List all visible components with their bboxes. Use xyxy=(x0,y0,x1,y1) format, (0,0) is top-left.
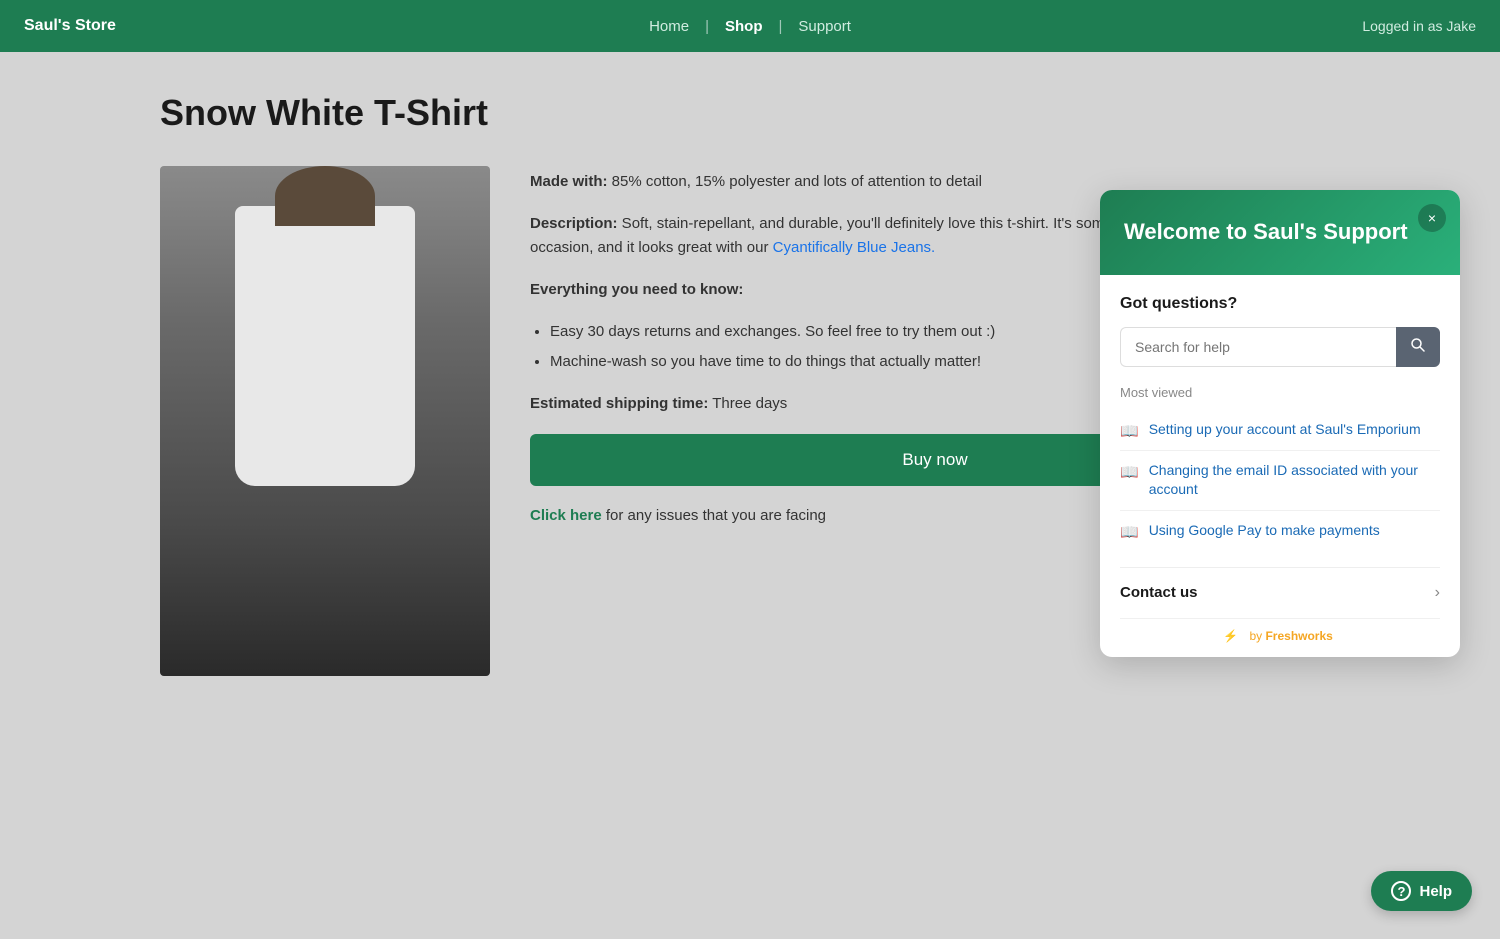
widget-title: Welcome to Saul's Support xyxy=(1124,218,1436,247)
blue-jeans-link[interactable]: Cyantifically Blue Jeans. xyxy=(773,239,936,256)
nav-shop[interactable]: Shop xyxy=(725,18,763,35)
nav-home[interactable]: Home xyxy=(649,18,689,35)
made-with-value: 85% cotton, 15% polyester and lots of at… xyxy=(608,173,982,190)
article-item-3[interactable]: 📖 Using Google Pay to make payments xyxy=(1120,511,1440,551)
widget-close-button[interactable]: × xyxy=(1418,204,1446,232)
got-questions-label: Got questions? xyxy=(1120,295,1440,313)
article-title-1: Setting up your account at Saul's Empori… xyxy=(1149,420,1421,440)
most-viewed-label: Most viewed xyxy=(1120,385,1440,400)
product-title: Snow White T-Shirt xyxy=(160,92,1340,134)
freshworks-label: by Freshworks xyxy=(1249,629,1332,643)
search-icon xyxy=(1411,338,1425,352)
help-fab-label: Help xyxy=(1419,883,1452,900)
navbar-center: Home | Shop | Support xyxy=(649,18,851,35)
article-list: 📖 Setting up your account at Saul's Empo… xyxy=(1120,410,1440,551)
help-circle-icon: ? xyxy=(1391,881,1411,901)
shipping-value: Three days xyxy=(708,395,787,412)
navbar-brand: Saul's Store xyxy=(24,17,116,35)
nav-support[interactable]: Support xyxy=(798,18,851,35)
navbar: Saul's Store Home | Shop | Support Logge… xyxy=(0,0,1500,52)
search-input[interactable] xyxy=(1120,327,1396,367)
lightning-icon: ⚡ xyxy=(1223,629,1238,643)
product-photo xyxy=(160,166,490,676)
article-icon-1: 📖 xyxy=(1120,422,1139,440)
contact-us-label: Contact us xyxy=(1120,584,1198,601)
made-with-label: Made with: xyxy=(530,173,608,190)
everything-label-text: Everything you need to know: xyxy=(530,281,743,298)
article-icon-2: 📖 xyxy=(1120,463,1139,481)
shipping-label: Estimated shipping time: xyxy=(530,395,708,412)
description-label: Description: xyxy=(530,215,618,232)
article-icon-3: 📖 xyxy=(1120,523,1139,541)
support-widget: Welcome to Saul's Support × Got question… xyxy=(1100,190,1460,657)
article-item-1[interactable]: 📖 Setting up your account at Saul's Empo… xyxy=(1120,410,1440,451)
contact-us-row[interactable]: Contact us › xyxy=(1120,567,1440,618)
nav-sep-2: | xyxy=(778,18,782,35)
navbar-logged-in: Logged in as Jake xyxy=(1362,18,1476,34)
article-title-3: Using Google Pay to make payments xyxy=(1149,521,1380,541)
contact-chevron-icon: › xyxy=(1435,584,1440,602)
search-row xyxy=(1120,327,1440,367)
article-item-2[interactable]: 📖 Changing the email ID associated with … xyxy=(1120,451,1440,511)
click-here-link[interactable]: Click here xyxy=(530,507,602,524)
widget-header: Welcome to Saul's Support × xyxy=(1100,190,1460,275)
article-title-2: Changing the email ID associated with yo… xyxy=(1149,461,1440,500)
click-here-suffix: for any issues that you are facing xyxy=(602,507,826,524)
widget-body: Got questions? Most viewed 📖 Setting up … xyxy=(1100,275,1460,657)
widget-footer: ⚡ by Freshworks xyxy=(1120,618,1440,657)
search-button[interactable] xyxy=(1396,327,1440,367)
nav-sep-1: | xyxy=(705,18,709,35)
product-image xyxy=(160,166,490,676)
help-fab-button[interactable]: ? Help xyxy=(1371,871,1472,911)
